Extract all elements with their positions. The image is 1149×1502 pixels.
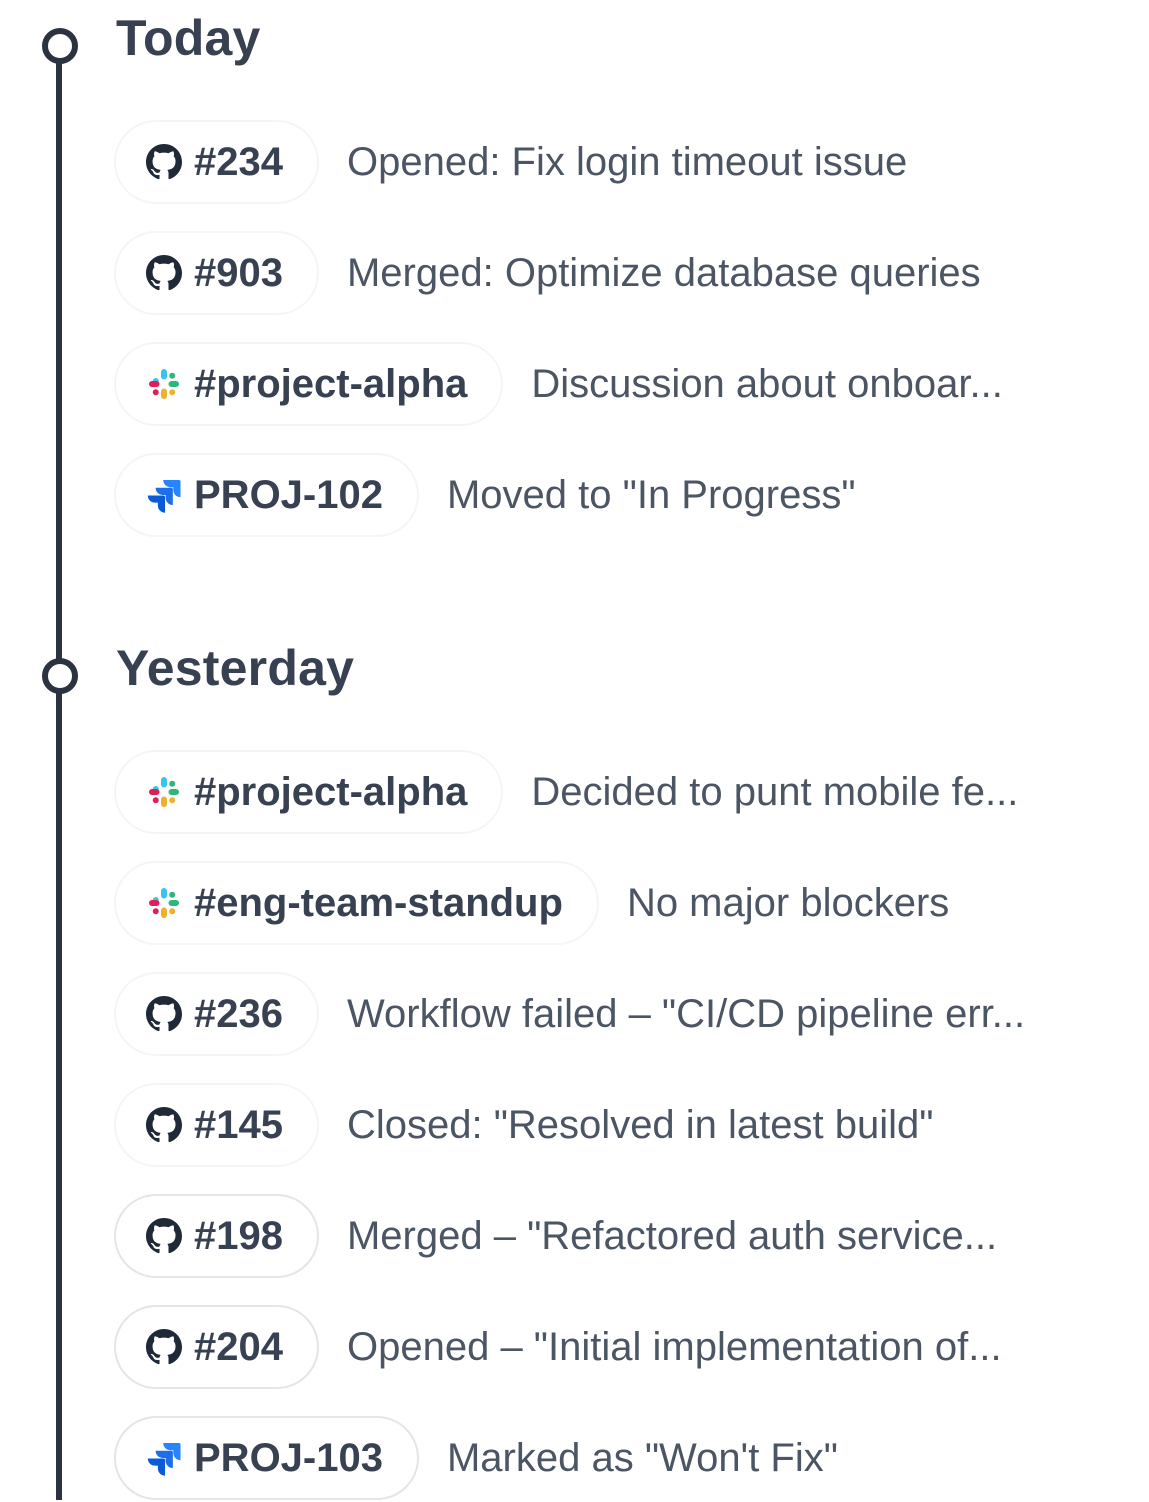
activity-ref: #903 <box>194 250 283 295</box>
activity-description: No major blockers <box>626 880 950 925</box>
timeline-dot-today <box>42 28 78 64</box>
section-title-today: Today <box>116 10 261 66</box>
activity-item: #eng-team-standup No major blockers <box>114 859 949 947</box>
section-title-yesterday: Yesterday <box>116 640 355 696</box>
activity-ref-pill[interactable]: PROJ-103 <box>114 1416 419 1500</box>
activity-description: Workflow failed – "CI/CD pipeline err... <box>346 991 1026 1036</box>
activity-item: #236 Workflow failed – "CI/CD pipeline e… <box>114 970 1025 1058</box>
activity-description: Merged – "Refactored auth service... <box>346 1213 998 1258</box>
activity-description: Moved to "In Progress" <box>446 472 856 517</box>
activity-description: Merged: Optimize database queries <box>346 250 981 295</box>
jira-icon <box>146 477 182 513</box>
timeline-dot-yesterday <box>42 658 78 694</box>
github-icon <box>146 996 182 1032</box>
activity-item: #145 Closed: "Resolved in latest build" <box>114 1081 933 1169</box>
activity-ref: #project-alpha <box>194 769 468 814</box>
activity-ref-pill[interactable]: #project-alpha <box>114 342 504 426</box>
github-icon <box>146 1107 182 1143</box>
activity-ref-pill[interactable]: #236 <box>114 972 319 1056</box>
activity-ref-pill[interactable]: #project-alpha <box>114 750 504 834</box>
activity-item: #903 Merged: Optimize database queries <box>114 229 981 317</box>
activity-ref-pill[interactable]: PROJ-102 <box>114 453 419 537</box>
activity-description: Decided to punt mobile fe... <box>531 769 1019 814</box>
activity-ref-pill[interactable]: #903 <box>114 231 319 315</box>
activity-ref-pill[interactable]: #234 <box>114 120 319 204</box>
activity-ref-pill[interactable]: #eng-team-standup <box>114 861 599 945</box>
github-icon <box>146 255 182 291</box>
activity-item: #234 Opened: Fix login timeout issue <box>114 118 907 206</box>
activity-ref: #project-alpha <box>194 361 468 406</box>
activity-ref: #eng-team-standup <box>194 880 563 925</box>
activity-ref: #236 <box>194 991 283 1036</box>
github-icon <box>146 144 182 180</box>
activity-item: #project-alpha Discussion about onboar..… <box>114 340 1003 428</box>
activity-description: Closed: "Resolved in latest build" <box>346 1102 934 1147</box>
activity-ref-pill[interactable]: #198 <box>114 1194 319 1278</box>
activity-item: #198 Merged – "Refactored auth service..… <box>114 1192 997 1280</box>
activity-item: #204 Opened – "Initial implementation of… <box>114 1303 1002 1391</box>
activity-description: Marked as "Won't Fix" <box>446 1435 838 1480</box>
activity-description: Opened – "Initial implementation of... <box>346 1324 1002 1369</box>
activity-ref: PROJ-102 <box>194 472 383 517</box>
activity-ref: #234 <box>194 139 283 184</box>
activity-ref-pill[interactable]: #204 <box>114 1305 319 1389</box>
jira-icon <box>146 1440 182 1476</box>
activity-item: #project-alpha Decided to punt mobile fe… <box>114 748 1018 836</box>
activity-item: PROJ-102 Moved to "In Progress" <box>114 451 856 539</box>
github-icon <box>146 1329 182 1365</box>
activity-ref: #145 <box>194 1102 283 1147</box>
activity-ref: PROJ-103 <box>194 1435 383 1480</box>
github-icon <box>146 1218 182 1254</box>
slack-icon <box>146 366 182 402</box>
activity-ref: #198 <box>194 1213 283 1258</box>
activity-ref: #204 <box>194 1324 283 1369</box>
activity-ref-pill[interactable]: #145 <box>114 1083 319 1167</box>
timeline-line <box>56 40 62 1500</box>
slack-icon <box>146 885 182 921</box>
activity-description: Opened: Fix login timeout issue <box>346 139 908 184</box>
slack-icon <box>146 774 182 810</box>
activity-description: Discussion about onboar... <box>531 361 1003 406</box>
